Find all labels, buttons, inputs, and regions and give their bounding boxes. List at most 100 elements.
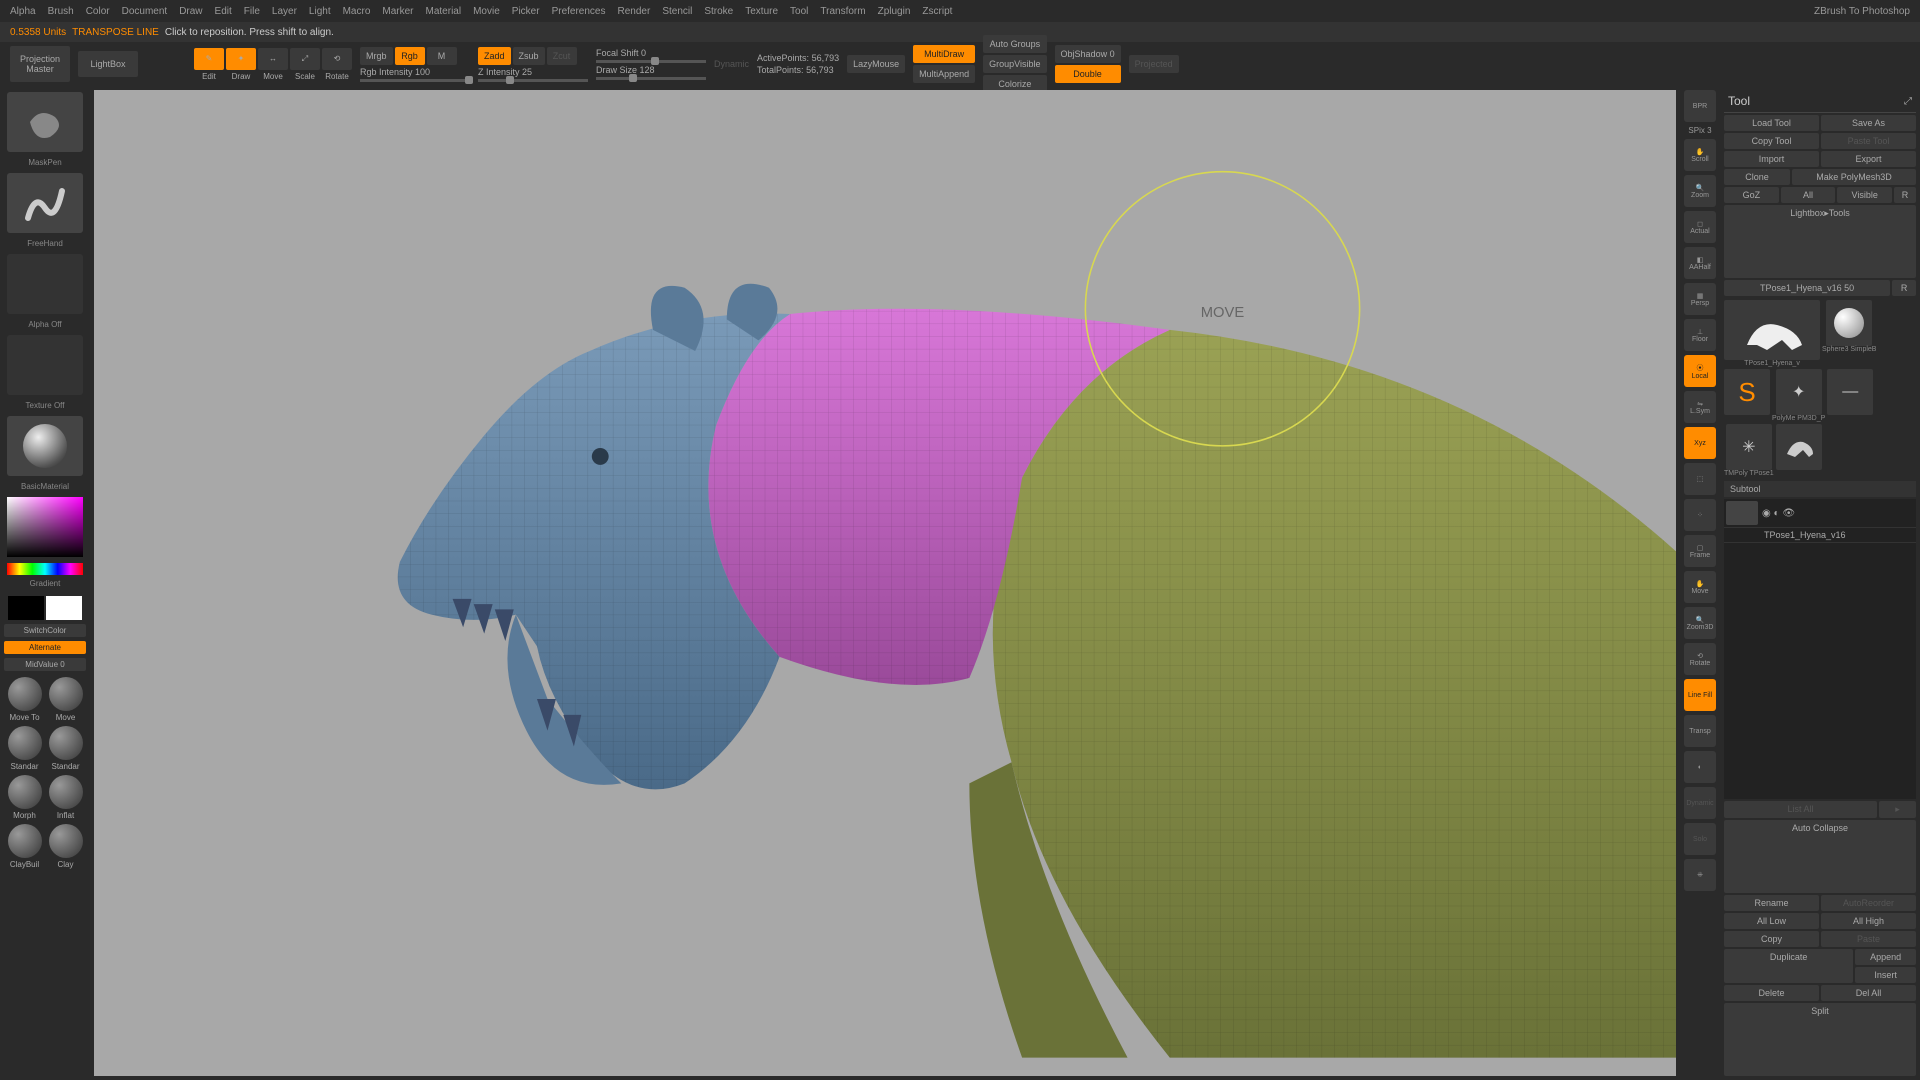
save-as-button[interactable]: Save As — [1821, 115, 1916, 131]
tool-thumb-active[interactable] — [1724, 300, 1820, 360]
menu-light[interactable]: Light — [309, 6, 331, 17]
focal-shift-slider[interactable] — [596, 60, 706, 63]
menu-file[interactable]: File — [244, 6, 260, 17]
menu-zscript[interactable]: Zscript — [922, 6, 952, 17]
rgb-intensity-slider[interactable] — [360, 79, 470, 82]
insert-button[interactable]: Insert — [1855, 967, 1916, 983]
menu-picker[interactable]: Picker — [512, 6, 540, 17]
menu-draw[interactable]: Draw — [179, 6, 202, 17]
append-button[interactable]: Append — [1855, 949, 1916, 965]
local-button[interactable]: ⦿Local — [1684, 355, 1716, 387]
aahalf-button[interactable]: ◧AAHalf — [1684, 247, 1716, 279]
color-picker[interactable] — [7, 497, 83, 557]
menu-preferences[interactable]: Preferences — [552, 6, 606, 17]
active-tool-r[interactable]: R — [1892, 280, 1916, 296]
z-intensity-slider[interactable] — [478, 79, 588, 82]
multiappend-button[interactable]: MultiAppend — [913, 65, 975, 83]
tool-thumb-pm3d[interactable]: — — [1827, 369, 1873, 415]
menu-macro[interactable]: Macro — [343, 6, 371, 17]
double-button[interactable]: Double — [1055, 65, 1121, 83]
menu-zplugin[interactable]: Zplugin — [878, 6, 911, 17]
xpose-icon[interactable]: ⁜ — [1684, 859, 1716, 891]
copy-tool-button[interactable]: Copy Tool — [1724, 133, 1819, 149]
lightbox-tools-button[interactable]: Lightbox▸Tools — [1724, 205, 1916, 278]
dynamic-label[interactable]: Dynamic — [714, 59, 749, 69]
menu-movie[interactable]: Movie — [473, 6, 500, 17]
actual-button[interactable]: ◻Actual — [1684, 211, 1716, 243]
split-button[interactable]: Split — [1724, 1003, 1916, 1076]
import-button[interactable]: Import — [1724, 151, 1819, 167]
pointf-icon[interactable]: ⁘ — [1684, 499, 1716, 531]
tool-thumb-simplebrush[interactable]: S — [1724, 369, 1770, 415]
menu-stroke[interactable]: Stroke — [704, 6, 733, 17]
menu-material[interactable]: Material — [426, 6, 462, 17]
menu-color[interactable]: Color — [86, 6, 110, 17]
menu-tool[interactable]: Tool — [790, 6, 808, 17]
menu-layer[interactable]: Layer — [272, 6, 297, 17]
subtool-row[interactable]: ◉ ◐ 👁 — [1724, 499, 1916, 528]
draw-size-slider[interactable] — [596, 77, 706, 80]
delete-button[interactable]: Delete — [1724, 985, 1819, 1001]
viewport-canvas[interactable]: MOVE — [94, 90, 1676, 1076]
paste-tool-button[interactable]: Paste Tool — [1821, 133, 1916, 149]
goz-all-button[interactable]: All — [1781, 187, 1836, 203]
autoreorder-button[interactable]: AutoReorder — [1821, 895, 1916, 911]
linefill-button[interactable]: Line Fill — [1684, 679, 1716, 711]
texture-preview[interactable] — [7, 335, 83, 395]
scroll-button[interactable]: ✋Scroll — [1684, 139, 1716, 171]
copy-subtool-button[interactable]: Copy — [1724, 931, 1819, 947]
rotate-button[interactable]: ⟲ — [322, 48, 352, 70]
tool-thumb-tpose1[interactable] — [1776, 424, 1822, 470]
zoom3d-button[interactable]: 🔍Zoom3D — [1684, 607, 1716, 639]
swatch-black[interactable] — [8, 596, 44, 620]
menu-alpha[interactable]: Alpha — [10, 6, 36, 17]
dynamic-button[interactable]: Dynamic — [1684, 787, 1716, 819]
menu-document[interactable]: Document — [122, 6, 168, 17]
brush-preview-maskpen[interactable] — [7, 92, 83, 152]
bpr-button[interactable]: BPR — [1684, 90, 1716, 122]
goz-r-button[interactable]: R — [1894, 187, 1916, 203]
goz-button[interactable]: GoZ — [1724, 187, 1779, 203]
multidraw-button[interactable]: MultiDraw — [913, 45, 975, 63]
persp-button[interactable]: ▦Persp — [1684, 283, 1716, 315]
menu-marker[interactable]: Marker — [382, 6, 413, 17]
material-preview[interactable] — [7, 416, 83, 476]
menu-transform[interactable]: Transform — [820, 6, 865, 17]
allhigh-button[interactable]: All High — [1821, 913, 1916, 929]
menu-render[interactable]: Render — [618, 6, 651, 17]
menu-texture[interactable]: Texture — [745, 6, 778, 17]
lazymouse-button[interactable]: LazyMouse — [847, 55, 905, 73]
lsym-button[interactable]: ⇋L.Sym — [1684, 391, 1716, 423]
menu-brush[interactable]: Brush — [48, 6, 74, 17]
active-tool-name[interactable]: TPose1_Hyena_v16 50 — [1724, 280, 1890, 296]
listall-button[interactable]: List All — [1724, 801, 1877, 818]
brush-move-to[interactable] — [8, 677, 42, 711]
goz-visible-button[interactable]: Visible — [1837, 187, 1892, 203]
brush-standard2[interactable] — [49, 726, 83, 760]
edit-button[interactable]: ✎ — [194, 48, 224, 70]
subtool-vis-icons[interactable]: ◉ ◐ 👁 — [1762, 508, 1795, 519]
alpha-preview[interactable] — [7, 254, 83, 314]
rename-button[interactable]: Rename — [1724, 895, 1819, 911]
autogroups-button[interactable]: Auto Groups — [983, 35, 1046, 53]
brush-move[interactable] — [49, 677, 83, 711]
alllow-button[interactable]: All Low — [1724, 913, 1819, 929]
brush-standard1[interactable] — [8, 726, 42, 760]
menu-edit[interactable]: Edit — [215, 6, 232, 17]
zcut-button[interactable]: Zcut — [547, 47, 577, 65]
ghost-icon[interactable]: ◐ — [1684, 751, 1716, 783]
undock-icon[interactable]: ⤢ — [1904, 96, 1912, 107]
listall-arrow[interactable]: ▸ — [1879, 801, 1916, 818]
groupvisible-button[interactable]: GroupVisible — [983, 55, 1046, 73]
draw-button[interactable]: ✦ — [226, 48, 256, 70]
subtool-name-row[interactable]: TPose1_Hyena_v16 — [1724, 528, 1916, 543]
move3d-button[interactable]: ✋Move — [1684, 571, 1716, 603]
export-button[interactable]: Export — [1821, 151, 1916, 167]
transp-button[interactable]: Transp — [1684, 715, 1716, 747]
rgb-button[interactable]: Rgb — [395, 47, 425, 65]
paste-subtool-button[interactable]: Paste — [1821, 931, 1916, 947]
clone-button[interactable]: Clone — [1724, 169, 1790, 185]
brush-claybuil[interactable] — [8, 824, 42, 858]
switchcolor-button[interactable]: SwitchColor — [4, 624, 86, 637]
floor-button[interactable]: ⊥Floor — [1684, 319, 1716, 351]
